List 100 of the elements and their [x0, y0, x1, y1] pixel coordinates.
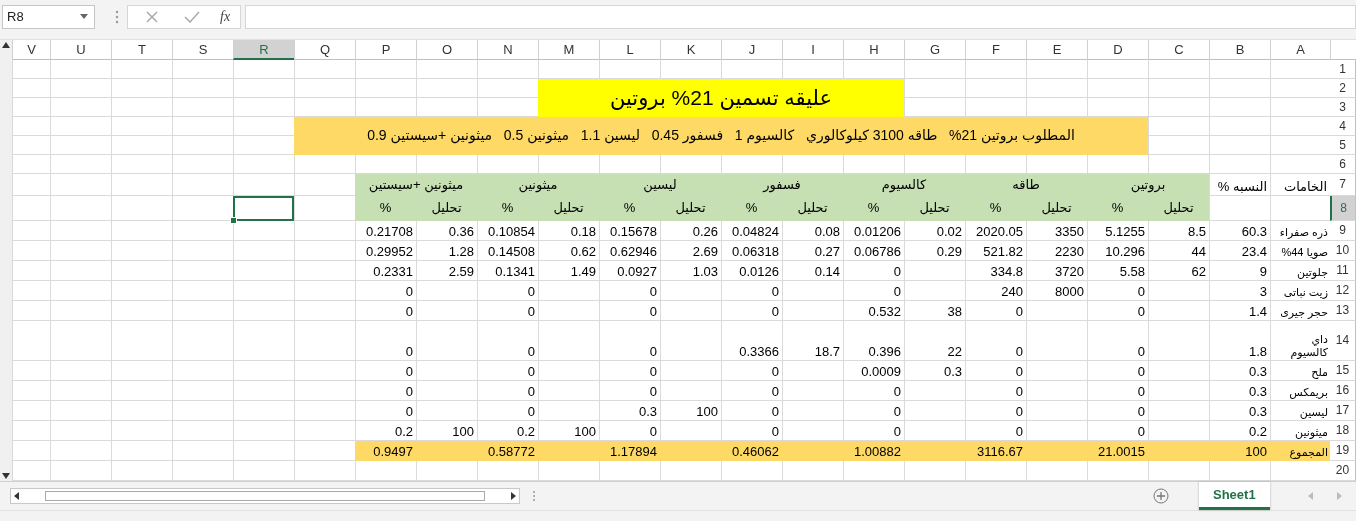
table-cell: 1.00882 [843, 441, 904, 461]
table-cell-text: 100 [573, 423, 597, 441]
column-header[interactable]: O [416, 40, 477, 60]
row-header[interactable]: 11 [1330, 261, 1356, 281]
column-header[interactable]: N [477, 40, 538, 60]
table-cell-text: 100 [695, 403, 719, 421]
sheet-tab[interactable]: Sheet1 [1199, 482, 1270, 510]
table-cell-text: حجر جيرى [1279, 305, 1329, 321]
row-header[interactable]: 6 [1330, 155, 1356, 174]
table-cell-text: 0.29952 [365, 243, 414, 261]
select-all-corner[interactable] [1330, 40, 1356, 60]
row-header[interactable]: 15 [1330, 361, 1356, 381]
column-header[interactable]: A [1270, 40, 1330, 60]
add-sheet-icon[interactable] [1153, 488, 1169, 504]
column-header[interactable]: T [111, 40, 172, 60]
column-header[interactable]: G [904, 40, 965, 60]
table-cell-text: 334.8 [989, 263, 1024, 281]
table-cell-text: 0 [526, 403, 536, 421]
row-header[interactable]: 3 [1330, 98, 1356, 117]
column-header[interactable]: R [233, 40, 294, 60]
horizontal-scrollbar[interactable] [10, 488, 520, 504]
column-header[interactable]: K [660, 40, 721, 60]
row-header[interactable]: 20 [1330, 461, 1356, 481]
scroll-down-icon[interactable] [2, 473, 10, 479]
column-header[interactable]: S [172, 40, 233, 60]
row-header[interactable]: 7 [1330, 174, 1356, 196]
row-header[interactable]: 13 [1330, 301, 1356, 321]
column-group-header: ليسين [599, 174, 721, 196]
row-header[interactable]: 10 [1330, 241, 1356, 261]
table-cell-text: 0 [1136, 343, 1146, 361]
column-subheader: تحليل [660, 196, 721, 221]
table-cell-text: 8.5 [1186, 223, 1207, 241]
scroll-up-icon[interactable] [2, 42, 10, 48]
row-header[interactable]: 18 [1330, 421, 1356, 441]
column-header[interactable]: C [1148, 40, 1209, 60]
previous-sheet-icon[interactable] [1307, 492, 1313, 500]
drag-handle-icon[interactable] [532, 490, 536, 502]
table-cell-text: 1.49 [569, 263, 597, 281]
table-cell-text: 0.27 [813, 243, 841, 261]
fill-handle[interactable] [230, 217, 237, 224]
cancel-icon[interactable] [146, 10, 158, 23]
next-sheet-icon[interactable] [1336, 492, 1342, 500]
column-header[interactable]: E [1026, 40, 1087, 60]
column-group-header: كالسيوم [843, 174, 965, 196]
scroll-right-icon[interactable] [511, 492, 516, 500]
table-cell-text: 0 [1136, 303, 1146, 321]
row-header[interactable]: 16 [1330, 381, 1356, 401]
table-cell-text: 0 [648, 383, 658, 401]
check-icon[interactable] [184, 10, 200, 23]
formula-input[interactable] [245, 4, 1356, 29]
table-cell-text: 0 [770, 303, 780, 321]
table-cell-text: 0.2 [515, 423, 536, 441]
row-header[interactable]: 14 [1330, 321, 1356, 361]
table-cell: 1.17894 [599, 441, 660, 461]
column-header[interactable]: Q [294, 40, 355, 60]
column-subheader: % [599, 196, 660, 221]
column-header[interactable]: L [599, 40, 660, 60]
column-header[interactable]: J [721, 40, 782, 60]
row-header[interactable]: 17 [1330, 401, 1356, 421]
row-header[interactable]: 5 [1330, 136, 1356, 155]
insert-function-button[interactable]: fx [220, 8, 231, 25]
row-header[interactable]: 19 [1330, 441, 1356, 461]
table-cell-text: 5.1255 [1104, 223, 1146, 241]
table-cell-text: 2230 [1054, 243, 1085, 261]
row-header[interactable]: 12 [1330, 281, 1356, 301]
table-cell-text: 0 [526, 343, 536, 361]
vertical-scrollbar[interactable] [0, 40, 12, 481]
table-cell-text: 0 [648, 303, 658, 321]
column-header[interactable]: B [1209, 40, 1270, 60]
sheet-title: عليقه تسمين 21% بروتين [538, 79, 904, 117]
column-header[interactable]: D [1087, 40, 1148, 60]
table-cell-text: 0 [1136, 423, 1146, 441]
row-header[interactable]: 4 [1330, 117, 1356, 136]
scrollbar-thumb[interactable] [45, 491, 485, 501]
column-header[interactable]: V [12, 40, 50, 60]
name-box[interactable]: R8 [2, 4, 95, 29]
column-header[interactable]: M [538, 40, 599, 60]
table-cell-text: 0 [526, 383, 536, 401]
table-cell-text: 3720 [1054, 263, 1085, 281]
table-cell-text: 521.82 [982, 243, 1024, 261]
column-header[interactable]: F [965, 40, 1026, 60]
column-header[interactable]: P [355, 40, 416, 60]
table-cell-text: 3350 [1054, 223, 1085, 241]
table-cell-text: 0.10854 [487, 223, 536, 241]
column-header[interactable]: U [50, 40, 111, 60]
column-header[interactable]: I [782, 40, 843, 60]
table-cell-text: 0 [770, 363, 780, 381]
table-cell-text: 0.3 [1247, 363, 1268, 381]
table-cell-text: 0 [404, 343, 414, 361]
column-subheader: تحليل [904, 196, 965, 221]
row-header[interactable]: 1 [1330, 60, 1356, 79]
row-header[interactable]: 8 [1330, 196, 1356, 221]
table-cell-text: 0 [404, 303, 414, 321]
row-header[interactable]: 9 [1330, 221, 1356, 241]
selected-cell[interactable] [233, 196, 294, 221]
row-header[interactable]: 2 [1330, 79, 1356, 98]
table-cell-text: 0.0927 [616, 263, 658, 281]
column-header[interactable]: H [843, 40, 904, 60]
table-cell-text: 0.26 [691, 223, 719, 241]
scroll-left-icon[interactable] [14, 492, 19, 500]
